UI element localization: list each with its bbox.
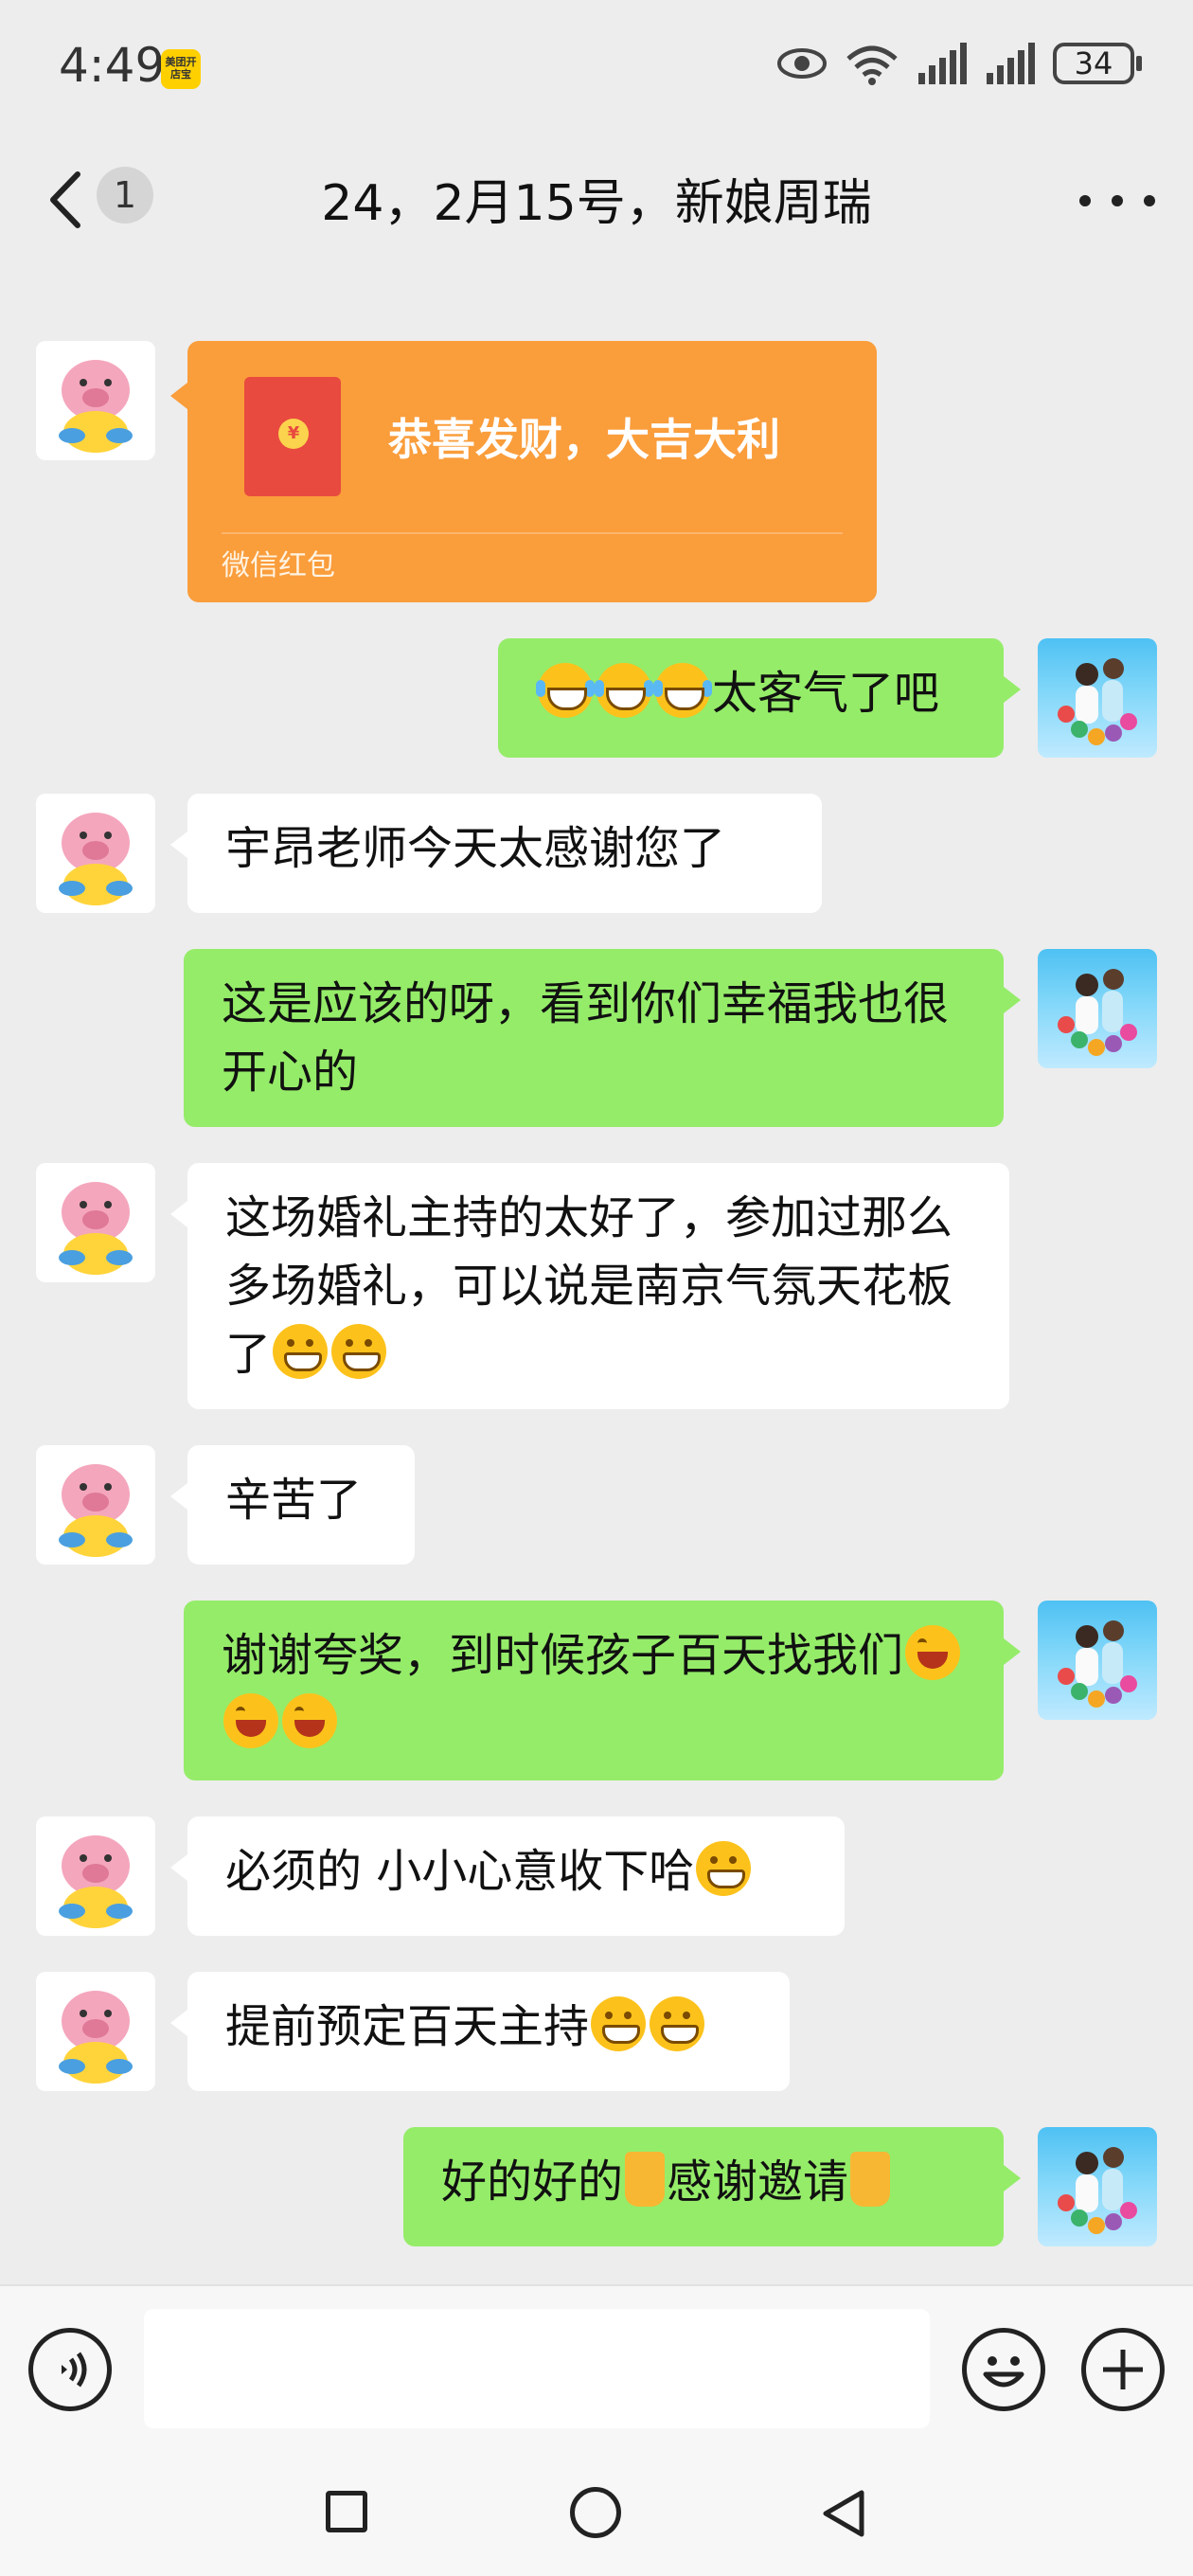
self-avatar[interactable]	[1038, 1601, 1157, 1720]
message-list[interactable]: ¥ 恭喜发财，大吉大利 微信红包 太客气了吧 宇昂老师今天太感谢您了 这是应该的…	[0, 267, 1193, 2284]
crying-laughing-emoji-icon	[536, 663, 593, 718]
recent-apps-square-icon[interactable]	[326, 2491, 367, 2532]
message-text: 宇昂老师今天太感谢您了	[225, 822, 726, 875]
self-avatar[interactable]	[1038, 2127, 1157, 2246]
contact-avatar[interactable]	[36, 1972, 155, 2091]
message-text: 感谢邀请	[667, 2156, 849, 2209]
message-bubble-self[interactable]: 这是应该的呀，看到你们幸福我也很开心的	[184, 949, 1021, 1127]
praying-hands-emoji-icon	[625, 2152, 666, 2207]
grinning-emoji-icon	[591, 1996, 647, 2051]
message-text: 这是应该的呀，看到你们幸福我也很开心的	[222, 977, 950, 1099]
crying-laughing-emoji-icon	[653, 663, 710, 718]
message-bubble-self[interactable]: 好的好的 感谢邀请	[403, 2127, 1021, 2246]
big-smile-emoji-icon	[223, 1693, 278, 1748]
contact-avatar[interactable]	[36, 1163, 155, 1282]
message-bubble-self[interactable]: 谢谢夸奖，到时候孩子百天找我们	[184, 1601, 1021, 1780]
contact-avatar[interactable]	[36, 341, 155, 460]
big-smile-emoji-icon	[905, 1625, 961, 1680]
plus-icon[interactable]	[1081, 2328, 1165, 2411]
signal-icon-2	[987, 43, 1035, 84]
message-bubble-other[interactable]: 必须的 小小心意收下哈	[170, 1816, 845, 1936]
status-icons: 34	[776, 42, 1142, 85]
input-bar	[0, 2284, 1193, 2447]
status-time: 4:49	[59, 38, 166, 93]
chat-header: 1 24，2月15号，新娘周瑞	[0, 133, 1193, 265]
chat-title: 24，2月15号，新娘周瑞	[321, 175, 872, 232]
message-text: 辛苦了	[225, 1474, 363, 1527]
message-text: 提前预定百天主持	[225, 2000, 590, 2053]
big-smile-emoji-icon	[282, 1693, 337, 1748]
message-text: 好的好的	[441, 2156, 624, 2209]
message-text: 必须的 小小心意收下哈	[225, 1845, 695, 1898]
message-bubble-other[interactable]: 这场婚礼主持的太好了，参加过那么多场婚礼，可以说是南京气氛天花板了	[170, 1163, 1009, 1409]
message-input[interactable]	[144, 2309, 930, 2428]
emoji-icon[interactable]	[962, 2328, 1045, 2411]
divider	[222, 532, 843, 534]
meituan-app-icon: 美团开店宝	[161, 49, 201, 89]
message-bubble-other[interactable]: 辛苦了	[170, 1445, 415, 1565]
red-packet-title: 恭喜发财，大吉大利	[388, 414, 780, 465]
wifi-icon	[846, 45, 898, 85]
more-dots-icon[interactable]	[1079, 172, 1155, 229]
self-avatar[interactable]	[1038, 949, 1157, 1068]
voice-icon[interactable]	[28, 2328, 112, 2411]
praying-hands-emoji-icon	[850, 2152, 891, 2207]
message-bubble-other[interactable]: 提前预定百天主持	[170, 1972, 790, 2091]
message-text: 太客气了吧	[712, 667, 940, 720]
contact-avatar[interactable]	[36, 1816, 155, 1936]
nav-back-triangle-icon[interactable]	[818, 2487, 869, 2540]
grinning-emoji-icon	[696, 1841, 752, 1896]
grinning-emoji-icon	[331, 1324, 387, 1379]
status-bar: 4:49 美团开店宝 34	[0, 0, 1193, 133]
message-bubble-other[interactable]: 宇昂老师今天太感谢您了	[170, 794, 822, 913]
contact-avatar[interactable]	[36, 1445, 155, 1565]
eye-icon	[777, 48, 827, 79]
signal-icon	[918, 43, 967, 84]
grinning-emoji-icon	[273, 1324, 329, 1379]
system-nav-bar	[0, 2447, 1193, 2576]
contact-avatar[interactable]	[36, 794, 155, 913]
red-packet-message[interactable]: ¥ 恭喜发财，大吉大利 微信红包	[170, 341, 877, 602]
self-avatar[interactable]	[1038, 638, 1157, 758]
message-bubble-self[interactable]: 太客气了吧	[498, 638, 1021, 758]
crying-laughing-emoji-icon	[595, 663, 651, 718]
red-envelope-icon: ¥	[244, 377, 341, 496]
message-text: 谢谢夸奖，到时候孩子百天找我们	[222, 1629, 904, 1682]
red-packet-label: 微信红包	[222, 549, 335, 582]
home-circle-icon[interactable]	[570, 2487, 621, 2538]
grinning-emoji-icon	[650, 1996, 705, 2051]
battery-icon: 34	[1053, 43, 1142, 84]
